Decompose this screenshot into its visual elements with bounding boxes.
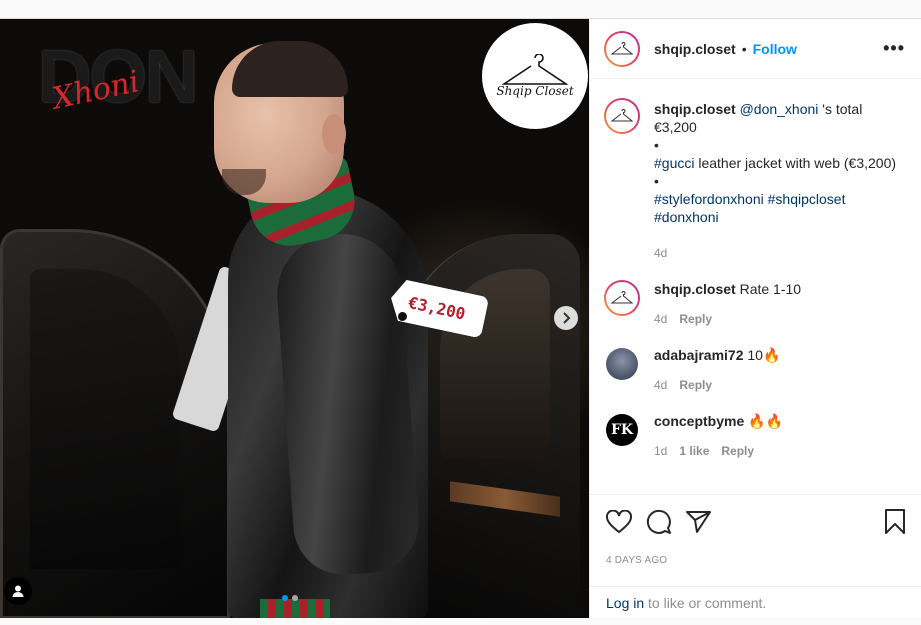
comment-body: conceptbyme 🔥🔥 1d 1 like Reply — [654, 412, 908, 460]
tagged-users-button[interactable] — [4, 577, 32, 605]
avatar-image — [606, 348, 638, 380]
comment-text: 10 — [747, 347, 763, 363]
badge-brand-text: Shqip Closet — [496, 84, 574, 98]
next-image-button[interactable] — [554, 306, 578, 330]
comment-username[interactable]: adabajrami72 — [654, 347, 744, 363]
paper-plane-icon — [686, 511, 711, 533]
post-media[interactable]: DON Xhoni Shqip Closet €3,200 — [0, 19, 589, 618]
reply-button[interactable]: Reply — [679, 376, 712, 394]
more-options-button[interactable]: ••• — [883, 38, 905, 59]
caption-meta: 4d — [654, 244, 908, 262]
reply-button[interactable]: Reply — [679, 310, 712, 328]
comment-body: shqip.closet Rate 1-10 4d Reply — [654, 280, 908, 328]
post-side-panel: shqip.closet • Follow ••• shqip.closet @… — [589, 19, 921, 618]
header-username[interactable]: shqip.closet — [654, 41, 736, 57]
jacket-cuff — [260, 599, 330, 618]
price-tag-text: €3,200 — [406, 292, 468, 324]
avatar-image — [606, 100, 638, 132]
don-xhoni-logo: DON Xhoni — [38, 33, 198, 133]
car-door-panel — [30, 269, 180, 569]
comment-avatar[interactable] — [604, 346, 640, 382]
comment-button[interactable] — [646, 509, 672, 535]
comment-avatar[interactable]: FK — [604, 412, 640, 448]
comment-time[interactable]: 4d — [654, 310, 667, 328]
hashtag-gucci[interactable]: #gucci — [654, 155, 694, 171]
caption-body: shqip.closet @don_xhoni 's total €3,200 … — [654, 98, 908, 262]
carousel-indicator — [282, 595, 298, 601]
account-avatar[interactable] — [604, 30, 640, 67]
hanger-icon — [611, 109, 633, 122]
hashtag-shqipcloset[interactable]: #shqipcloset — [768, 191, 846, 207]
post-header: shqip.closet • Follow ••• — [590, 19, 921, 79]
post-actions: 4 DAYS AGO — [590, 494, 921, 566]
bookmark-icon — [885, 509, 905, 534]
header-separator: • — [741, 40, 747, 57]
heart-icon — [606, 510, 632, 534]
comment-item: adabajrami72 10🔥 4d Reply — [590, 328, 921, 394]
user-icon — [12, 585, 24, 597]
comment-meta: 4d Reply — [654, 376, 908, 394]
caption-time[interactable]: 4d — [654, 244, 667, 262]
comment-time[interactable]: 1d — [654, 442, 667, 460]
comment-text: Rate 1-10 — [739, 281, 802, 297]
speech-bubble-icon — [646, 509, 671, 534]
share-button[interactable] — [686, 510, 712, 534]
caption-text-2: leather jacket with web (€3,200) — [694, 155, 897, 171]
comment-meta: 4d Reply — [654, 310, 908, 328]
comment-time[interactable]: 4d — [654, 376, 667, 394]
avatar-image: FK — [606, 414, 638, 446]
comment-body: adabajrami72 10🔥 4d Reply — [654, 346, 908, 394]
fire-emoji: 🔥🔥 — [748, 413, 784, 429]
hashtag-donxhoni[interactable]: #donxhoni — [654, 209, 719, 225]
caption-bullet: • — [654, 173, 659, 189]
comment-username[interactable]: shqip.closet — [654, 281, 736, 297]
caption-bullet: • — [654, 137, 659, 153]
caption-avatar[interactable] — [604, 98, 640, 134]
caption-mention[interactable]: @don_xhoni — [740, 101, 819, 117]
hanger-icon — [611, 41, 633, 54]
comment-item: shqip.closet Rate 1-10 4d Reply — [590, 262, 921, 328]
shqip-closet-badge: Shqip Closet — [482, 23, 588, 129]
comment-avatar[interactable] — [604, 280, 640, 316]
comment-username[interactable]: conceptbyme — [654, 413, 744, 429]
caption: shqip.closet @don_xhoni 's total €3,200 … — [590, 80, 921, 262]
fire-emoji: 🔥 — [762, 347, 781, 363]
avatar-image — [606, 282, 638, 314]
follow-button[interactable]: Follow — [753, 41, 797, 57]
save-button[interactable] — [884, 509, 906, 535]
login-prompt: Log in to like or comment. — [590, 586, 921, 618]
hanger-icon — [611, 291, 633, 304]
comment-item: FK conceptbyme 🔥🔥 1d 1 like Reply — [590, 394, 921, 460]
ear — [322, 114, 346, 154]
instagram-post: DON Xhoni Shqip Closet €3,200 shqip.clos… — [0, 18, 921, 618]
login-link[interactable]: Log in — [606, 595, 644, 611]
carousel-dot-active — [282, 595, 288, 601]
reply-button[interactable]: Reply — [721, 442, 754, 460]
jacket-sleeve — [273, 230, 422, 578]
like-button[interactable] — [606, 510, 632, 534]
comments-list[interactable]: shqip.closet @don_xhoni 's total €3,200 … — [590, 80, 921, 494]
comment-meta: 1d 1 like Reply — [654, 442, 908, 460]
action-icons — [606, 507, 906, 537]
login-text: to like or comment. — [644, 595, 767, 611]
carousel-dot — [292, 595, 298, 601]
chevron-right-icon — [563, 312, 571, 324]
avatar-image — [606, 32, 638, 65]
post-date[interactable]: 4 DAYS AGO — [606, 555, 906, 566]
hashtag-stylefordonxhoni[interactable]: #stylefordonxhoni — [654, 191, 764, 207]
likes-count[interactable]: 1 like — [679, 442, 709, 460]
caption-username[interactable]: shqip.closet — [654, 101, 736, 117]
